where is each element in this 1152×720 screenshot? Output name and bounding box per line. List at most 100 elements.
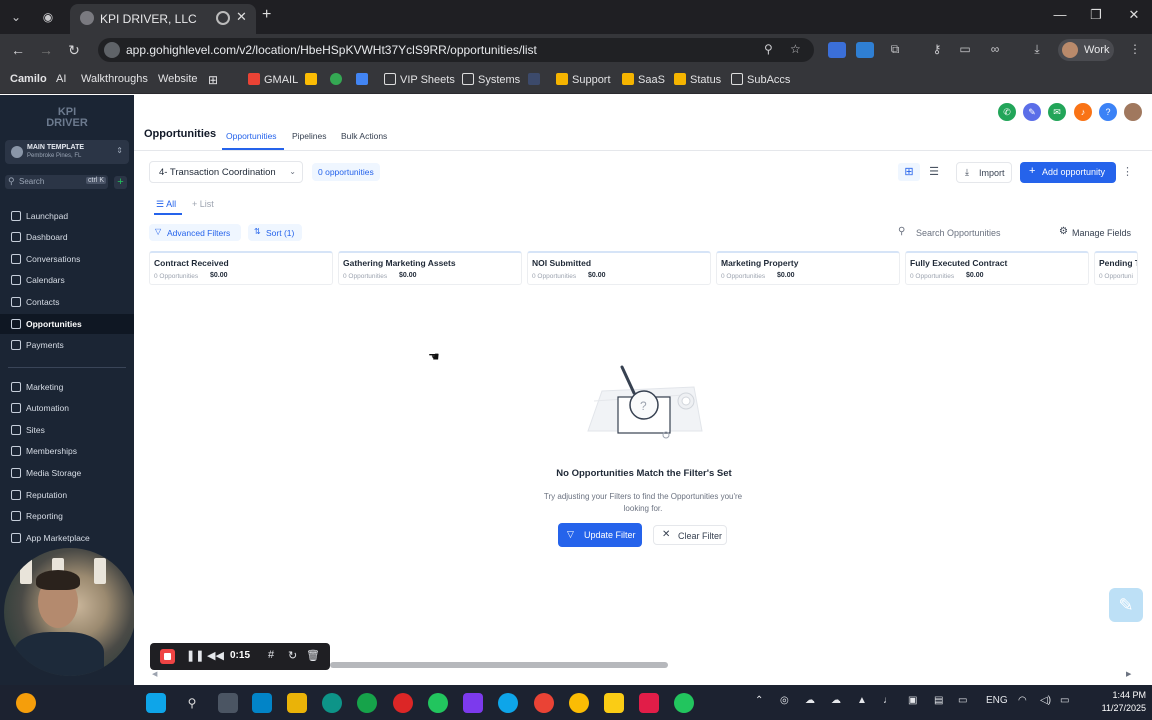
grid-view-icon[interactable]: ⊞: [898, 163, 920, 181]
start-icon[interactable]: [146, 693, 166, 713]
horizontal-scrollbar[interactable]: [330, 662, 668, 668]
add-opportunity-button[interactable]: + Add opportunity: [1020, 162, 1116, 183]
new-tab-icon[interactable]: +: [262, 6, 271, 24]
download-icon[interactable]: ⤓: [1028, 42, 1046, 58]
stage-column[interactable]: Gathering Marketing Assets 0 Opportuniti…: [338, 251, 522, 285]
import-button[interactable]: ⤓ Import: [956, 162, 1012, 183]
url-text[interactable]: app.gohighlevel.com/v2/location/HbeHSpKV…: [126, 43, 537, 57]
forward-icon[interactable]: →: [36, 40, 56, 60]
whatsapp-icon[interactable]: [674, 693, 694, 713]
bookmark-gmail[interactable]: GMAIL: [248, 73, 298, 86]
browser-icon[interactable]: [357, 693, 377, 713]
rewind-icon[interactable]: ◀◀: [207, 649, 224, 662]
tab-close-icon[interactable]: ✕: [236, 9, 247, 25]
spotify-icon[interactable]: [428, 693, 448, 713]
address-bar[interactable]: app.gohighlevel.com/v2/location/HbeHSpKV…: [98, 38, 814, 62]
password-key-icon[interactable]: ⚷: [928, 42, 946, 58]
tray-app-icon[interactable]: ▲: [857, 695, 867, 706]
bell-icon[interactable]: ♪: [1074, 103, 1092, 121]
reload-icon[interactable]: ↻: [64, 40, 84, 60]
bookmark-website[interactable]: Website: [158, 73, 198, 85]
telegram-icon[interactable]: [498, 693, 518, 713]
tray-app-icon[interactable]: ◎: [780, 695, 789, 706]
pause-icon[interactable]: ❚❚: [186, 649, 204, 662]
restore-icon[interactable]: ❐: [1086, 7, 1106, 23]
app-icon[interactable]: [252, 693, 272, 713]
bookmark-walkthroughs[interactable]: Walkthroughs: [81, 73, 148, 85]
chrome-icon[interactable]: [393, 693, 413, 713]
extension-icon[interactable]: [828, 42, 846, 58]
bookmark-ai[interactable]: AI: [56, 73, 66, 85]
weather-icon[interactable]: [16, 693, 36, 713]
restart-icon[interactable]: ↻: [288, 649, 297, 662]
microphone-icon[interactable]: ♩: [883, 695, 893, 706]
chrome-icon[interactable]: [569, 693, 589, 713]
app-icon[interactable]: [463, 693, 483, 713]
close-window-icon[interactable]: ✕: [1124, 7, 1144, 23]
file-explorer-icon[interactable]: [287, 693, 307, 713]
sidebar-item-memberships[interactable]: Memberships: [0, 441, 134, 461]
bookmark-vip-sheets[interactable]: VIP Sheets: [384, 73, 455, 86]
bookmark-saas[interactable]: SaaS: [622, 73, 665, 86]
calendar-icon[interactable]: [356, 73, 372, 86]
wifi-icon[interactable]: ◠: [1018, 695, 1027, 706]
filter-tab-list[interactable]: + List: [192, 199, 214, 209]
onedrive-icon[interactable]: ☁: [831, 695, 841, 706]
bookmark-status[interactable]: Status: [674, 73, 721, 86]
grid-icon[interactable]: #: [268, 649, 274, 661]
sidebar-item-sites[interactable]: Sites: [0, 420, 134, 440]
stage-column[interactable]: NOI Submitted 0 Opportunities $0.00: [527, 251, 711, 285]
advanced-filters-button[interactable]: ▽ Advanced Filters: [149, 224, 241, 241]
update-filter-button[interactable]: ▽ Update Filter: [558, 523, 642, 547]
sort-button[interactable]: ⇅ Sort (1): [248, 224, 302, 241]
zoom-search-icon[interactable]: ⚲: [764, 42, 773, 56]
sidebar-item-conversations[interactable]: Conversations: [0, 249, 134, 269]
battery-icon[interactable]: ▭: [1060, 695, 1069, 706]
stage-column[interactable]: Contract Received 0 Opportunities $0.00: [149, 251, 333, 285]
quick-add-icon[interactable]: +: [114, 176, 127, 189]
browser-tab[interactable]: KPI DRIVER, LLC ✕: [70, 4, 256, 34]
help-icon[interactable]: ?: [1099, 103, 1117, 121]
chat-widget-icon[interactable]: ✎: [1109, 588, 1143, 622]
phone-icon[interactable]: ✆: [998, 103, 1016, 121]
bookmark-support[interactable]: Support: [556, 73, 611, 86]
manage-fields-button[interactable]: ⚙ Manage Fields: [1059, 225, 1139, 241]
more-options-icon[interactable]: ⋮: [1122, 165, 1133, 178]
task-view-icon[interactable]: [218, 693, 238, 713]
search-icon[interactable]: ⚲: [182, 693, 202, 713]
sidebar-item-reporting[interactable]: Reporting: [0, 506, 134, 526]
app-shortcut-icon[interactable]: [528, 73, 544, 86]
sidebar-item-calendars[interactable]: Calendars: [0, 270, 134, 290]
browser-menu-icon[interactable]: ⋮: [1126, 42, 1144, 58]
scroll-right-icon[interactable]: ▶: [1126, 670, 1131, 678]
tab-bulk-actions[interactable]: Bulk Actions: [341, 131, 387, 141]
sticky-notes-icon[interactable]: [604, 693, 624, 713]
cloud-icon[interactable]: ☁: [805, 695, 815, 706]
user-avatar[interactable]: [1124, 103, 1142, 121]
apps-grid-icon[interactable]: ⊞: [208, 73, 218, 87]
stage-column[interactable]: Fully Executed Contract 0 Opportunities …: [905, 251, 1089, 285]
account-switcher[interactable]: MAIN TEMPLATE Pembroke Pines, FL ⇕: [5, 140, 129, 164]
trash-icon[interactable]: 🗑: [306, 649, 320, 662]
language-indicator[interactable]: ENG: [986, 695, 1008, 706]
extension-play-icon[interactable]: [856, 42, 874, 58]
tab-search-icon[interactable]: ⌄: [6, 7, 26, 27]
tray-overflow-icon[interactable]: ⌃: [755, 695, 763, 706]
sidebar-item-payments[interactable]: Payments: [0, 335, 134, 355]
chrome-icon[interactable]: [534, 693, 554, 713]
extensions-puzzle-icon[interactable]: ⧉: [886, 42, 904, 58]
sidebar-item-opportunities[interactable]: Opportunities: [0, 314, 134, 334]
tray-app-icon[interactable]: ▭: [958, 695, 967, 706]
list-view-icon[interactable]: ☰: [923, 163, 945, 181]
tray-app-icon[interactable]: ▤: [934, 695, 943, 706]
pipeline-select[interactable]: 4- Transaction Coordination ⌄: [149, 161, 303, 183]
bookmark-subaccs[interactable]: SubAccs: [731, 73, 790, 86]
stage-column[interactable]: Pending T 0 Opportuni: [1094, 251, 1138, 285]
chrome-icon[interactable]: [330, 73, 346, 86]
clear-filter-button[interactable]: ✕ Clear Filter: [653, 525, 727, 545]
site-info-icon[interactable]: [104, 42, 120, 58]
link-icon[interactable]: ∞: [986, 42, 1004, 58]
messages-icon[interactable]: ✉: [1048, 103, 1066, 121]
sidebar-item-reputation[interactable]: Reputation: [0, 485, 134, 505]
stage-column[interactable]: Marketing Property 0 Opportunities $0.00: [716, 251, 900, 285]
